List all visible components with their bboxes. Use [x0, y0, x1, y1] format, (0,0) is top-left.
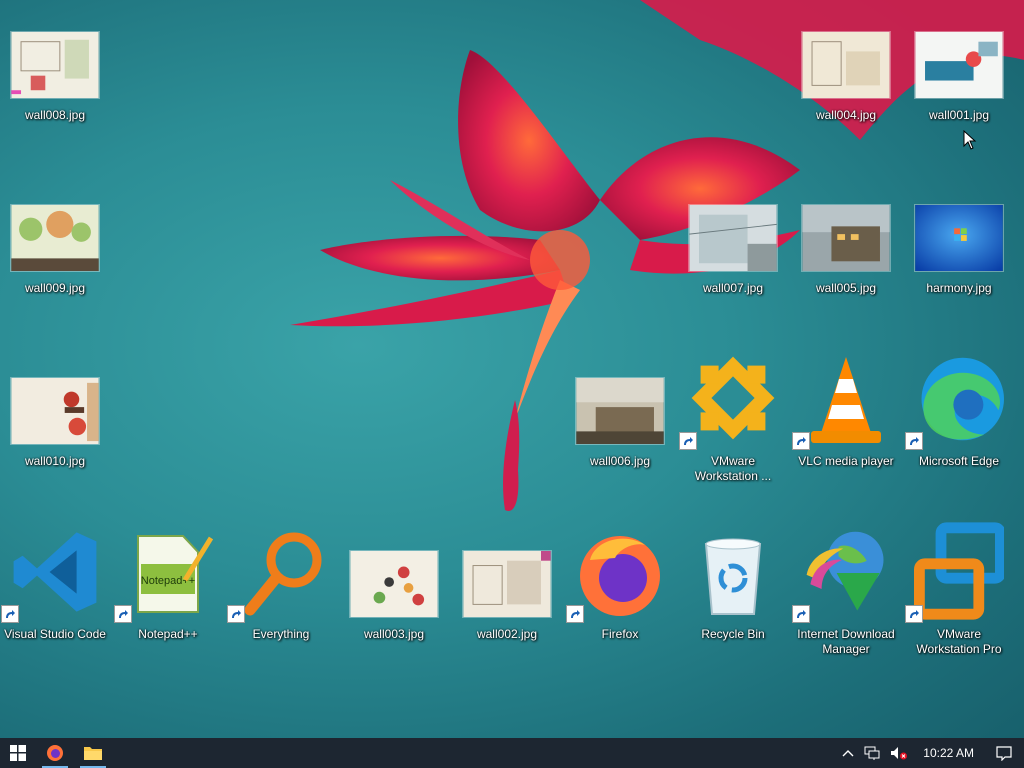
desktop-icon-visual-studio-code[interactable]: Visual Studio Code	[1, 532, 109, 699]
desktop-icon-firefox[interactable]: Firefox	[566, 536, 674, 699]
icon-label: wall001.jpg	[928, 108, 990, 122]
shortcut-arrow-icon	[905, 432, 923, 450]
icon-label: Microsoft Edge	[918, 454, 1000, 468]
icon-label: VMware Workstation ...	[694, 454, 772, 483]
vmware-icon	[691, 356, 775, 440]
firefox-icon	[47, 745, 63, 761]
icon-label: harmony.jpg	[926, 281, 992, 295]
desktop-icon-everything[interactable]: Everything	[227, 532, 335, 699]
wall010-thumbnail-icon	[10, 377, 100, 445]
firefox-icon	[580, 536, 660, 616]
network-icon	[864, 746, 880, 760]
desktop-icon-wall001[interactable]: wall001.jpg	[905, 30, 1013, 180]
icon-label: wall003.jpg	[363, 627, 425, 641]
desktop-icon-vmware-pro[interactable]: VMware Workstation Pro	[905, 522, 1013, 699]
volume-muted-icon	[891, 747, 908, 760]
icon-label: VLC media player	[798, 454, 894, 468]
icon-label: Recycle Bin	[701, 627, 765, 641]
clock-time: 10:22 AM	[923, 746, 974, 760]
wall004-thumbnail-icon	[801, 31, 891, 99]
icon-label: VMware Workstation Pro	[916, 627, 1002, 656]
icon-label: wall006.jpg	[589, 454, 651, 468]
desktop-icon-vlc[interactable]: VLC media player	[792, 356, 900, 526]
action-center-button[interactable]	[984, 738, 1024, 768]
harmony-thumbnail-icon	[914, 204, 1004, 272]
taskbar-file-explorer-button[interactable]	[74, 738, 112, 768]
notepadpp-icon: Notepad++	[137, 535, 213, 613]
desktop-icon-wall003[interactable]: wall003.jpg	[340, 549, 448, 699]
icon-label: Firefox	[601, 627, 639, 641]
icon-label: wall004.jpg	[815, 108, 877, 122]
recycle-bin-icon	[704, 538, 762, 615]
wall007-thumbnail-icon	[688, 204, 778, 272]
icon-label: Notepad++	[138, 627, 198, 641]
shortcut-arrow-icon	[905, 605, 923, 623]
vmware-pro-icon	[914, 522, 1004, 620]
taskbar: 10:22 AM	[0, 738, 1024, 768]
desktop-icon-recycle-bin[interactable]: Recycle Bin	[679, 538, 787, 699]
notification-icon	[996, 746, 1012, 761]
shortcut-arrow-icon	[114, 605, 132, 623]
folder-icon	[84, 747, 102, 760]
desktop[interactable]: wall008.jpg wall009.jpg wall010.jpg Visu…	[0, 0, 1024, 738]
wall002-thumbnail-icon	[462, 550, 552, 618]
vlc-icon	[811, 356, 881, 443]
volume-button[interactable]	[885, 738, 913, 768]
shortcut-arrow-icon	[679, 432, 697, 450]
icon-label: wall009.jpg	[24, 281, 86, 295]
icon-label: Internet Download Manager	[797, 627, 895, 656]
icon-label: wall008.jpg	[24, 108, 86, 122]
clock[interactable]: 10:22 AM	[913, 738, 984, 768]
wall005-thumbnail-icon	[801, 204, 891, 272]
desktop-icon-edge[interactable]: Microsoft Edge	[905, 357, 1013, 526]
shortcut-arrow-icon	[566, 605, 584, 623]
system-tray: 10:22 AM	[837, 738, 1024, 768]
desktop-icon-wall004[interactable]: wall004.jpg	[792, 30, 900, 180]
desktop-icon-idm[interactable]: Internet Download Manager	[792, 531, 900, 699]
chevron-up-icon	[842, 750, 854, 757]
desktop-icon-notepadpp[interactable]: Notepad++ Notepad++	[114, 535, 222, 699]
shortcut-arrow-icon	[792, 605, 810, 623]
wall003-thumbnail-icon	[349, 550, 439, 618]
icon-label: Visual Studio Code	[4, 627, 106, 641]
icon-label: wall007.jpg	[702, 281, 764, 295]
show-hidden-icons-button[interactable]	[837, 738, 859, 768]
desktop-icon-wall007[interactable]: wall007.jpg	[679, 203, 787, 353]
vscode-icon	[13, 532, 97, 612]
desktop-icon-wall010[interactable]: wall010.jpg	[1, 376, 109, 526]
wall006-thumbnail-icon	[575, 377, 665, 445]
desktop-icon-wall009[interactable]: wall009.jpg	[1, 203, 109, 353]
mouse-pointer-icon	[963, 130, 977, 150]
desktop-icon-wall006[interactable]: wall006.jpg	[566, 376, 674, 526]
wall001-thumbnail-icon	[914, 31, 1004, 99]
icon-label: wall002.jpg	[476, 627, 538, 641]
icon-label: wall005.jpg	[815, 281, 877, 295]
magnifier-icon	[244, 532, 322, 616]
shortcut-arrow-icon	[792, 432, 810, 450]
shortcut-arrow-icon	[1, 605, 19, 623]
edge-icon	[921, 357, 1004, 441]
wall009-thumbnail-icon	[10, 204, 100, 272]
desktop-icon-wall008[interactable]: wall008.jpg	[1, 30, 109, 180]
taskbar-firefox-button[interactable]	[36, 738, 74, 768]
idm-icon	[806, 531, 884, 611]
desktop-icon-wall002[interactable]: wall002.jpg	[453, 549, 561, 699]
icon-label: Everything	[252, 627, 310, 641]
windows-logo-icon	[10, 745, 26, 761]
desktop-icon-vmware-workstation[interactable]: VMware Workstation ...	[679, 356, 787, 526]
icon-label: wall010.jpg	[24, 454, 86, 468]
shortcut-arrow-icon	[227, 605, 245, 623]
start-button[interactable]	[0, 738, 36, 768]
desktop-icon-harmony[interactable]: harmony.jpg	[905, 203, 1013, 353]
desktop-icon-wall005[interactable]: wall005.jpg	[792, 203, 900, 353]
network-status-button[interactable]	[859, 738, 885, 768]
wall008-thumbnail-icon	[10, 31, 100, 99]
